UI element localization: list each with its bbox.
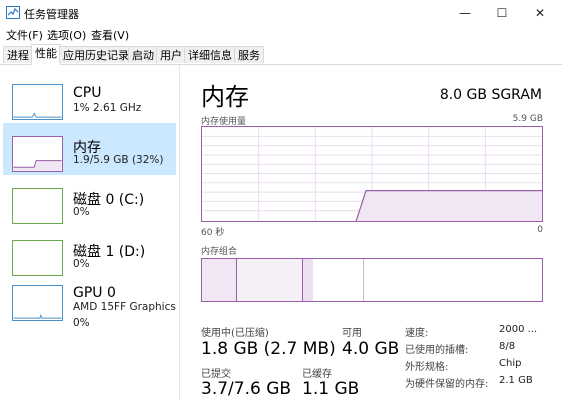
gpu-thumbnail [12,285,63,321]
reserved-label: 为硬件保留的内存: [405,379,489,390]
sidebar-subtitle: 1% 2.61 GHz [73,102,142,114]
form-factor-label: 外形规格: [405,362,449,373]
page-title: 内存 [201,83,249,111]
tab-app-history[interactable]: 应用历史记录 [59,46,133,63]
memory-panel: 内存 8.0 GB SGRAM 内存使用量 5.9 GB 60 秒 0 内存组合… [180,65,562,400]
sidebar-item-disk-1[interactable]: 磁盘 1 (D:) 0% [3,227,176,279]
menu-view[interactable]: 查看(V) [91,27,129,43]
maximize-button[interactable]: ☐ [485,0,519,26]
memory-composition-bar [201,258,543,302]
memory-usage-area [356,190,542,221]
available-value: 4.0 GB [342,339,400,359]
task-manager-icon [6,6,20,19]
time-left-label: 60 秒 [201,228,225,238]
sidebar-item-disk-0[interactable]: 磁盘 0 (C:) 0% [3,175,176,227]
composition-label: 内存组合 [201,247,238,257]
time-right-label: 0 [537,225,543,235]
sidebar-item-memory[interactable]: 内存 1.9/5.9 GB (32%) [3,123,176,175]
menu-options[interactable]: 选项(O) [47,27,86,43]
sidebar-item-gpu-0[interactable]: GPU 0 AMD 15FF Graphics 0% [3,279,176,337]
disk-0-thumbnail [12,188,63,224]
composition-divider-2 [363,259,364,301]
composition-in-use [202,259,237,301]
maximize-icon: ☐ [496,6,508,20]
menu-bar: 文件(F) 选项(O) 查看(V) [0,26,562,44]
sidebar-title: CPU [73,85,102,101]
tab-processes[interactable]: 进程 [3,46,33,63]
cached-label: 已缓存 [302,369,332,380]
committed-value: 3.7/7.6 GB [201,379,292,399]
window-title: 任务管理器 [24,8,79,21]
available-label: 可用 [342,328,362,339]
sidebar-item-cpu[interactable]: CPU 1% 2.61 GHz [3,71,176,123]
minimize-icon: — [459,6,471,20]
tab-users[interactable]: 用户 [156,46,186,63]
close-button[interactable]: ✕ [523,0,557,26]
memory-thumbnail [12,136,63,172]
chart-max-label: 5.9 GB [512,114,543,124]
form-factor-value: Chip [499,358,522,369]
disk-1-thumbnail [12,240,63,276]
sidebar-title: GPU 0 [73,285,116,301]
tab-services[interactable]: 服务 [234,46,264,63]
slots-label: 已使用的插槽: [405,345,469,356]
tab-startup[interactable]: 启动 [128,46,158,63]
in-use-value: 1.8 GB (2.7 MB) [201,339,336,359]
tab-bar: 进程 性能 应用历史记录 启动 用户 详细信息 服务 [0,44,562,65]
sidebar-subtitle: 1.9/5.9 GB (32%) [73,154,164,166]
sidebar-subtitle-usage: 0% [73,317,90,329]
memory-usage-chart [201,126,543,222]
cached-value: 1.1 GB [302,379,360,399]
title-bar: 任务管理器 — ☐ ✕ [0,0,562,26]
slots-value: 8/8 [499,341,516,352]
minimize-button[interactable]: — [448,0,482,26]
composition-modified [237,259,302,301]
menu-file[interactable]: 文件(F) [6,27,43,43]
sidebar-subtitle: 0% [73,258,90,270]
composition-standby [303,259,313,301]
tab-performance[interactable]: 性能 [31,44,61,65]
sidebar-subtitle: AMD 15FF Graphics [73,301,176,313]
committed-label: 已提交 [201,369,231,380]
in-use-label: 使用中(已压缩) [201,328,269,339]
cpu-thumbnail [12,84,63,120]
speed-label: 速度: [405,328,429,339]
sidebar-subtitle: 0% [73,206,90,218]
close-icon: ✕ [534,6,546,20]
tab-details[interactable]: 详细信息 [184,46,236,63]
memory-spec: 8.0 GB SGRAM [439,87,542,103]
reserved-value: 2.1 GB [499,375,533,386]
speed-value: 2000 ... [499,324,538,335]
performance-sidebar: CPU 1% 2.61 GHz 内存 1.9/5.9 GB (32%) 磁盘 0… [0,65,178,400]
